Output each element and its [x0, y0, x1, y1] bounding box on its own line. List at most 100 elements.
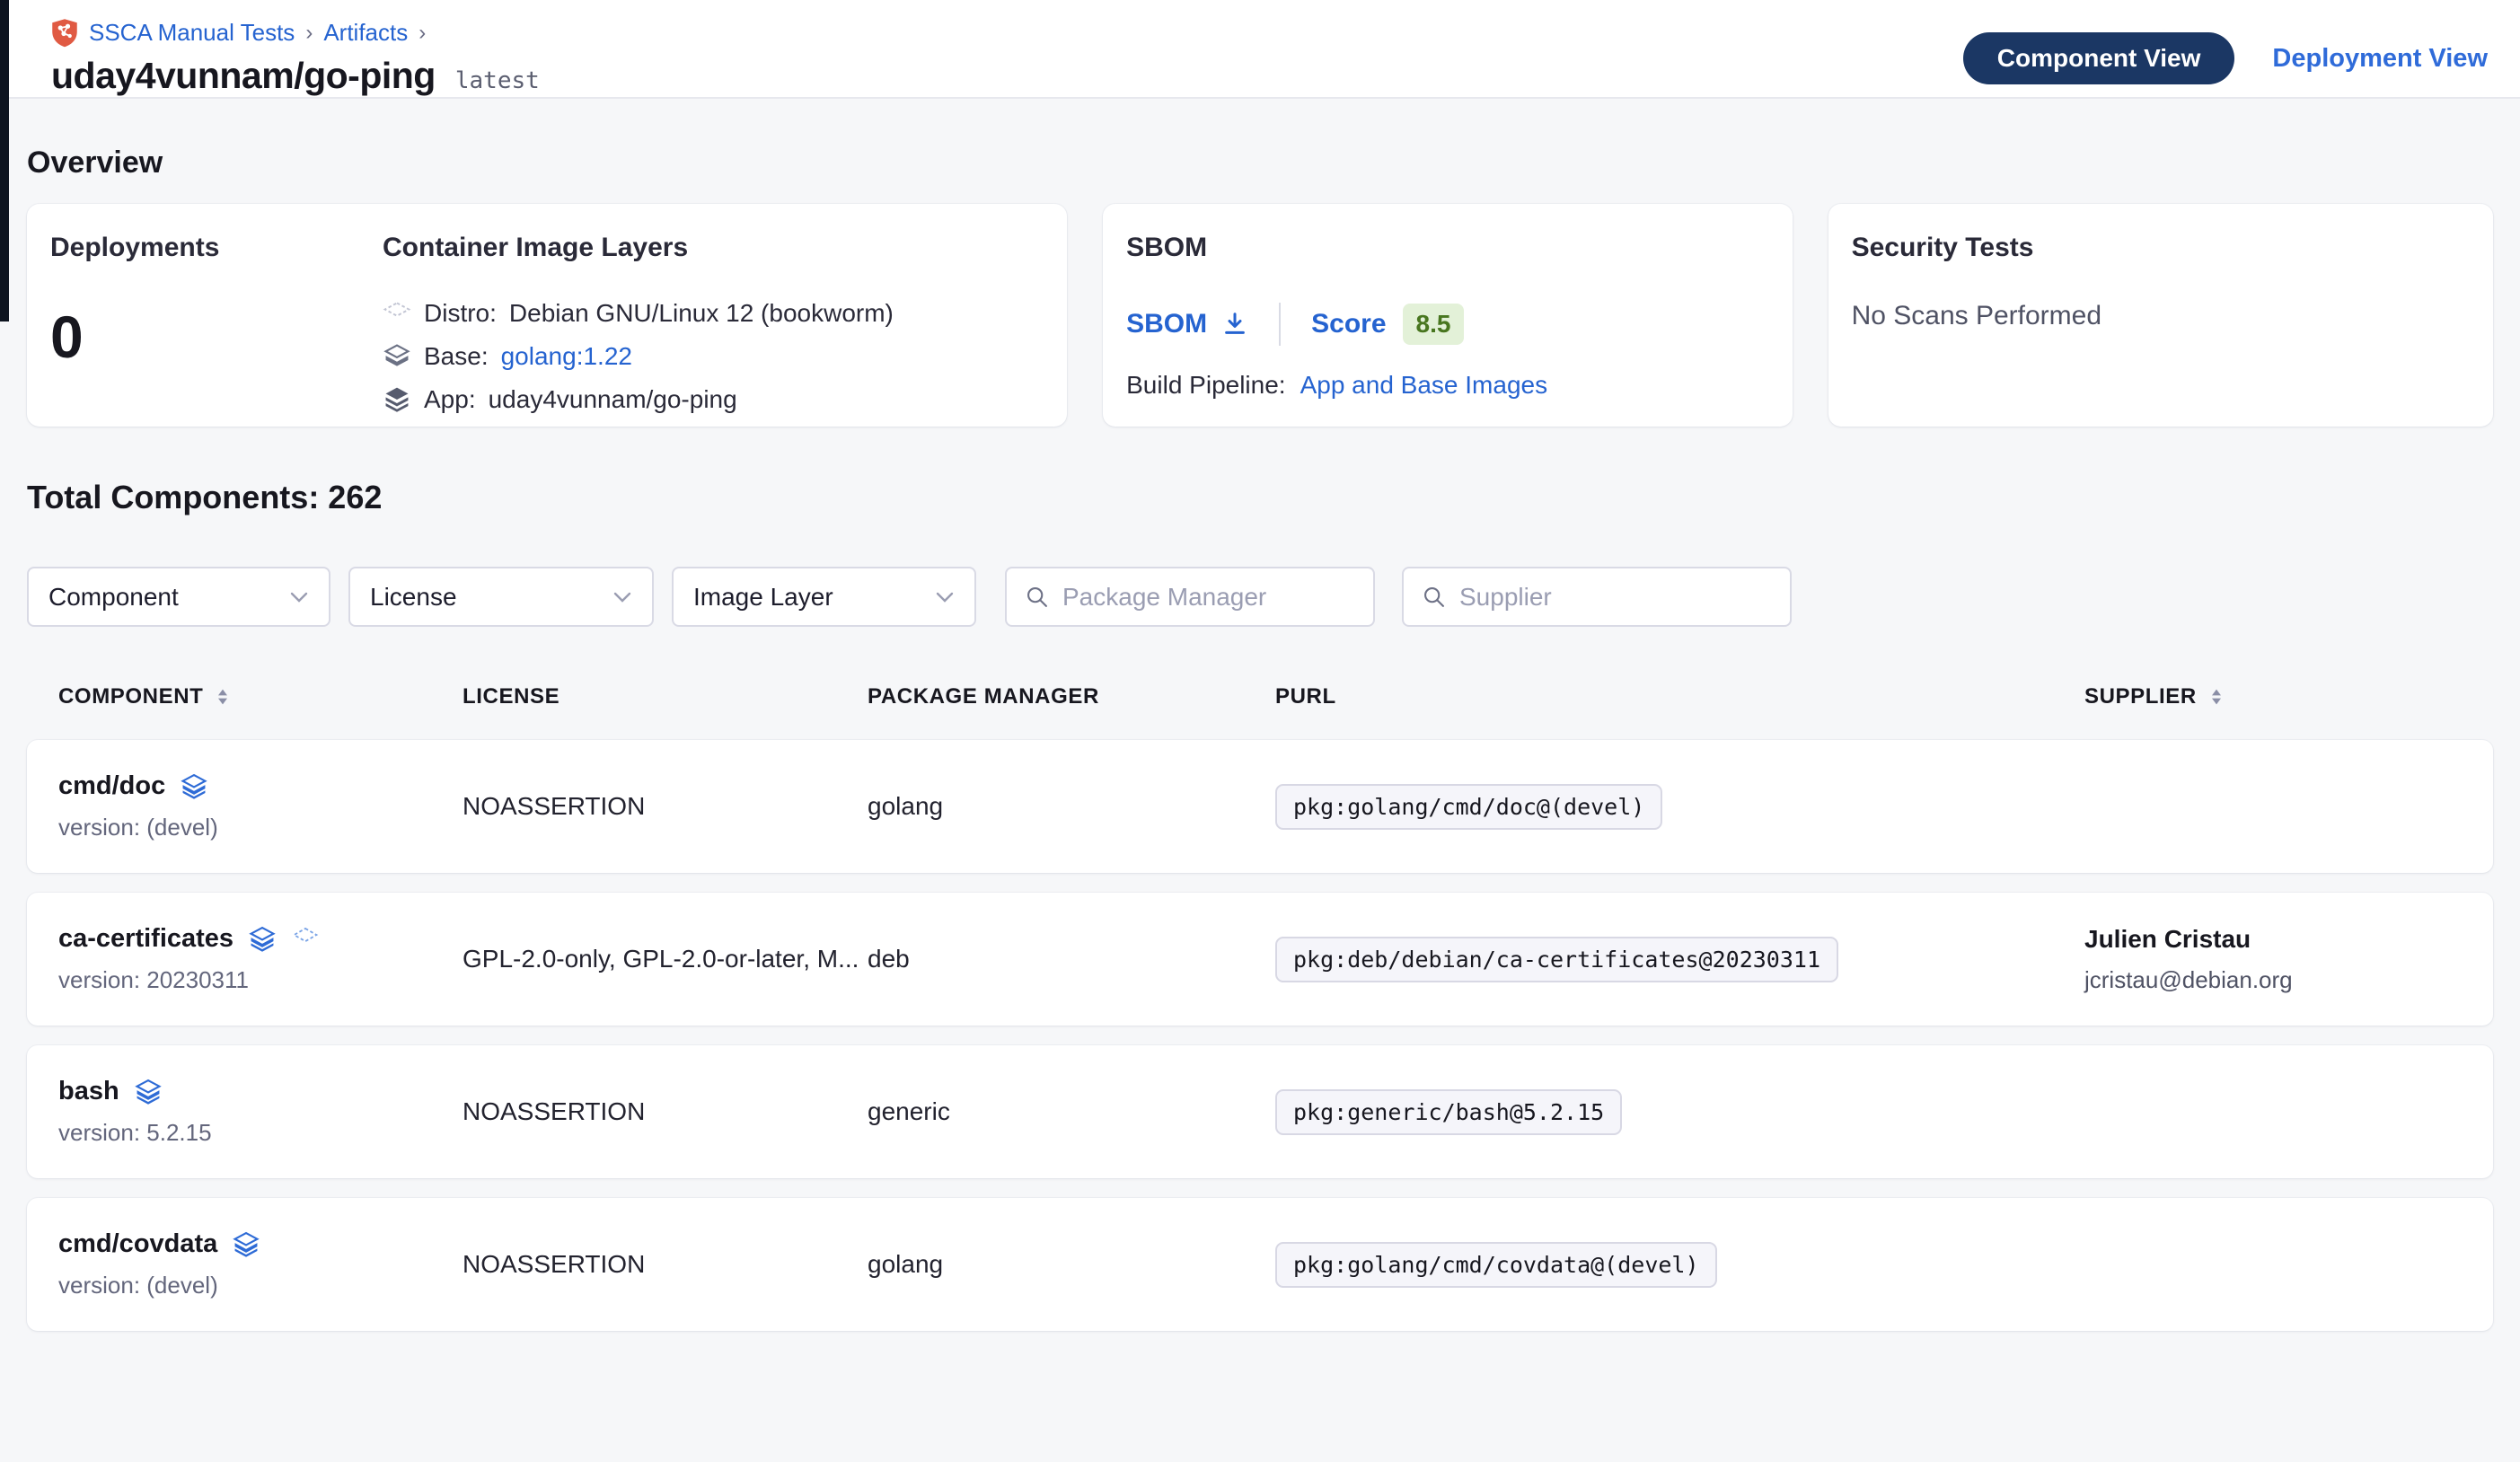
- divider: [1279, 303, 1281, 346]
- app-layer-row: App: uday4vunnam/go-ping: [383, 385, 1040, 414]
- table-body: cmd/doc version: (devel) NOASSERTION gol…: [27, 740, 2493, 1331]
- component-name: cmd/covdata: [58, 1229, 217, 1259]
- component-filter-dropdown[interactable]: Component: [27, 567, 330, 627]
- table-row[interactable]: cmd/covdata version: (devel) NOASSERTION…: [27, 1198, 2493, 1331]
- overview-cards: Deployments 0 Container Image Layers Dis…: [27, 204, 2493, 427]
- purl-cell: pkg:golang/cmd/doc@(devel): [1275, 784, 2084, 830]
- supplier-search: [1402, 567, 1792, 627]
- component-version: version: 20230311: [58, 966, 463, 994]
- column-label: PACKAGE MANAGER: [868, 684, 1099, 709]
- container-image-layers-title: Container Image Layers: [383, 233, 1040, 263]
- package-manager-cell: golang: [868, 792, 1275, 821]
- component-cell: cmd/doc version: (devel): [58, 771, 463, 841]
- component-name: bash: [58, 1077, 119, 1106]
- chevron-down-icon: [935, 590, 955, 604]
- purl-chip: pkg:deb/debian/ca-certificates@20230311: [1275, 937, 1838, 982]
- license-cell: NOASSERTION: [463, 1097, 868, 1126]
- license-cell: NOASSERTION: [463, 792, 868, 821]
- package-manager-search-input[interactable]: [1062, 583, 1355, 612]
- package-manager-cell: deb: [868, 945, 1275, 973]
- chevron-down-icon: [612, 590, 632, 604]
- purl-chip: pkg:golang/cmd/covdata@(devel): [1275, 1242, 1717, 1288]
- app-layer-icon: [383, 386, 411, 413]
- sbom-download-link[interactable]: SBOM: [1126, 309, 1248, 339]
- component-version: version: (devel): [58, 1272, 463, 1299]
- image-layer-filter-dropdown[interactable]: Image Layer: [672, 567, 976, 627]
- build-pipeline-link[interactable]: App and Base Images: [1300, 371, 1548, 400]
- layers-icon: [248, 926, 277, 952]
- table-row[interactable]: cmd/doc version: (devel) NOASSERTION gol…: [27, 740, 2493, 873]
- security-tests-status: No Scans Performed: [1852, 301, 2466, 331]
- search-icon: [1422, 585, 1447, 610]
- column-label: COMPONENT: [58, 684, 203, 709]
- component-cell: cmd/covdata version: (devel): [58, 1229, 463, 1299]
- filters-bar: Component License Image Layer: [27, 567, 2493, 627]
- column-header-component[interactable]: COMPONENT: [58, 684, 463, 709]
- column-header-license: LICENSE: [463, 684, 868, 709]
- build-pipeline-label: Build Pipeline:: [1126, 371, 1285, 400]
- distro-label: Distro:: [424, 299, 497, 328]
- sbom-card-title: SBOM: [1126, 233, 1765, 263]
- collapsed-nav-edge: [0, 0, 9, 321]
- purl-cell: pkg:deb/debian/ca-certificates@20230311: [1275, 937, 2084, 982]
- sbom-download-label: SBOM: [1126, 309, 1207, 339]
- chevron-down-icon: [289, 590, 309, 604]
- app-label: App:: [424, 385, 476, 414]
- package-manager-cell: generic: [868, 1097, 1275, 1126]
- table-row[interactable]: ca-certificates version: 20230311 GPL-2.…: [27, 893, 2493, 1026]
- column-label: PURL: [1275, 684, 1336, 709]
- app-value: uday4vunnam/go-ping: [489, 385, 737, 414]
- column-label: LICENSE: [463, 684, 560, 709]
- total-components-heading: Total Components: 262: [27, 479, 2493, 516]
- breadcrumb-project-link[interactable]: SSCA Manual Tests: [89, 19, 295, 47]
- dashed-diamond-icon: [291, 926, 320, 952]
- supplier-cell: Julien Cristau jcristau@debian.org: [2084, 925, 2493, 994]
- supplier-email: jcristau@debian.org: [2084, 966, 2493, 994]
- search-icon: [1025, 585, 1050, 610]
- security-tests-title: Security Tests: [1852, 233, 2466, 263]
- license-filter-label: License: [370, 583, 457, 612]
- table-row[interactable]: bash version: 5.2.15 NOASSERTION generic: [27, 1045, 2493, 1178]
- artifact-tag: latest: [455, 67, 540, 94]
- sbom-card: SBOM SBOM Score 8.5: [1103, 204, 1792, 427]
- supplier-search-input[interactable]: [1459, 583, 1772, 612]
- column-header-supplier[interactable]: SUPPLIER: [2084, 684, 2493, 709]
- layers-icon: [134, 1079, 163, 1105]
- deployment-view-link[interactable]: Deployment View: [2272, 44, 2488, 74]
- deployments-layers-card: Deployments 0 Container Image Layers Dis…: [27, 204, 1067, 427]
- breadcrumb-separator: ›: [419, 21, 426, 46]
- container-image-layers-block: Container Image Layers Distro: Debian GN…: [383, 233, 1040, 400]
- component-cell: ca-certificates version: 20230311: [58, 924, 463, 994]
- page-header: SSCA Manual Tests › Artifacts › uday4vun…: [0, 0, 2520, 99]
- sbom-score: Score 8.5: [1311, 304, 1464, 345]
- deployments-block: Deployments 0: [50, 233, 383, 400]
- download-icon: [1221, 311, 1248, 338]
- view-toggle: Component View Deployment View: [1963, 32, 2488, 84]
- license-filter-dropdown[interactable]: License: [348, 567, 654, 627]
- component-cell: bash version: 5.2.15: [58, 1077, 463, 1147]
- deployments-label: Deployments: [50, 233, 383, 263]
- deployments-count: 0: [50, 303, 383, 371]
- score-badge: 8.5: [1403, 304, 1465, 345]
- component-name: ca-certificates: [58, 924, 233, 954]
- purl-chip: pkg:generic/bash@5.2.15: [1275, 1089, 1622, 1135]
- components-table: COMPONENT LICENSE PACKAGE MANAGER PURL S…: [27, 684, 2493, 1331]
- sort-icon[interactable]: [2209, 688, 2224, 706]
- license-cell: GPL-2.0-only, GPL-2.0-or-later, M...: [463, 945, 868, 973]
- main-content: Overview Deployments 0 Container Image L…: [0, 145, 2520, 1331]
- base-label: Base:: [424, 342, 489, 371]
- breadcrumb-artifacts-link[interactable]: Artifacts: [323, 19, 408, 47]
- package-manager-search: [1005, 567, 1375, 627]
- distro-layer-icon: [383, 300, 411, 327]
- column-label: SUPPLIER: [2084, 684, 2197, 709]
- component-version: version: (devel): [58, 814, 463, 841]
- purl-chip: pkg:golang/cmd/doc@(devel): [1275, 784, 1662, 830]
- build-pipeline-row: Build Pipeline: App and Base Images: [1126, 371, 1765, 400]
- purl-cell: pkg:generic/bash@5.2.15: [1275, 1089, 2084, 1135]
- component-version: version: 5.2.15: [58, 1119, 463, 1147]
- column-header-purl: PURL: [1275, 684, 2084, 709]
- base-image-link[interactable]: golang:1.22: [501, 342, 632, 371]
- overview-heading: Overview: [27, 145, 2493, 181]
- sort-icon[interactable]: [216, 688, 230, 706]
- component-view-button[interactable]: Component View: [1963, 32, 2235, 84]
